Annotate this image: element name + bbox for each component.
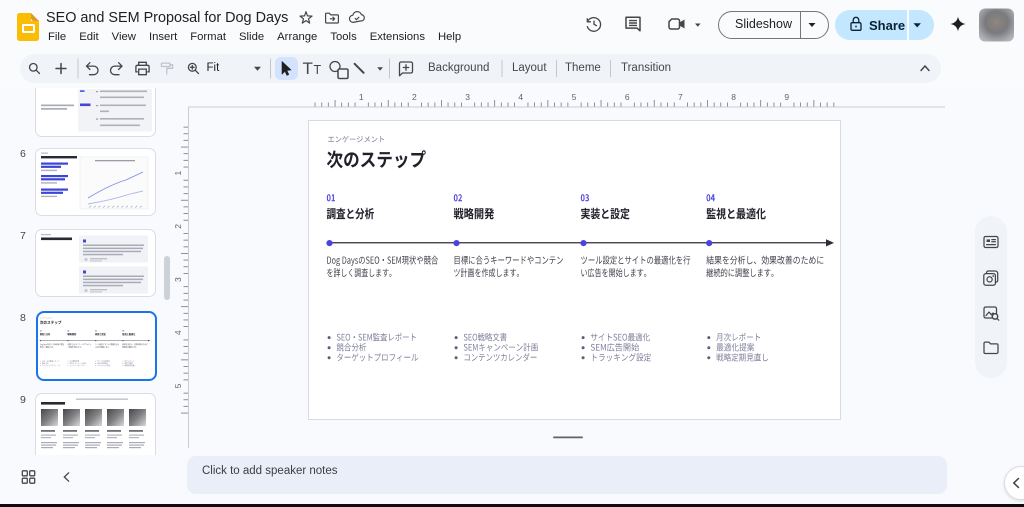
svg-text:T: T xyxy=(314,63,322,77)
svg-text:3: 3 xyxy=(173,277,183,282)
svg-text:5: 5 xyxy=(173,383,183,388)
svg-text:2: 2 xyxy=(412,92,417,102)
svg-text:7: 7 xyxy=(678,92,683,102)
svg-text:1: 1 xyxy=(173,171,183,176)
svg-text:T: T xyxy=(303,59,313,78)
svg-text:4: 4 xyxy=(518,92,523,102)
svg-text:8: 8 xyxy=(731,92,736,102)
svg-text:4: 4 xyxy=(173,330,183,335)
svg-text:9: 9 xyxy=(784,92,789,102)
svg-text:2: 2 xyxy=(173,224,183,229)
svg-text:1: 1 xyxy=(359,92,364,102)
svg-text:6: 6 xyxy=(625,92,630,102)
svg-text:5: 5 xyxy=(572,92,577,102)
svg-text:3: 3 xyxy=(465,92,470,102)
